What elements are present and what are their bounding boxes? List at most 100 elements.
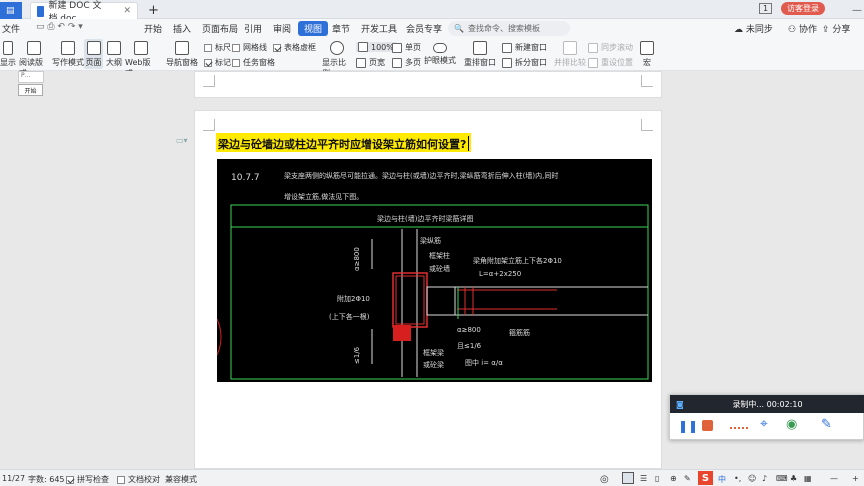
- pause-icon[interactable]: ❚❚: [678, 419, 698, 433]
- eye-mode-button[interactable]: 护眼模式: [424, 41, 456, 66]
- login-button[interactable]: 访客登录: [781, 2, 825, 15]
- ime-logo-icon[interactable]: S: [698, 471, 713, 485]
- read-status-icon[interactable]: ▯: [655, 474, 659, 483]
- multi-page-label: 多页: [405, 58, 421, 67]
- stop-icon[interactable]: [702, 420, 713, 431]
- ruler-checkbox[interactable]: 标尺: [204, 42, 231, 53]
- menu-view[interactable]: 视图: [298, 21, 329, 36]
- share-icon: ⇪: [822, 25, 830, 35]
- pointer-icon[interactable]: ⌖: [760, 416, 768, 432]
- new-window-button[interactable]: 新建窗口: [502, 42, 547, 53]
- zoom-value[interactable]: 100%: [356, 42, 396, 52]
- sync-scroll-button[interactable]: 同步滚动: [588, 42, 633, 53]
- show-button[interactable]: 显示: [0, 41, 16, 68]
- menu-insert[interactable]: 插入: [173, 22, 191, 35]
- page-icon: [86, 41, 101, 55]
- page-view-button[interactable]: 页面: [84, 39, 103, 69]
- menu-layout[interactable]: 页面布局: [202, 22, 238, 35]
- quick-access-icons[interactable]: ▭ ⎙ ↶ ↷ ▾: [36, 22, 83, 32]
- emoji-icon[interactable]: ☺: [748, 474, 756, 483]
- label-shear-wall: 或砼墙: [429, 264, 450, 273]
- rearrange-button[interactable]: 重排窗口: [462, 41, 498, 68]
- outline-button[interactable]: 大纲: [104, 41, 124, 68]
- mic-icon[interactable]: ♪: [762, 474, 767, 483]
- grid-icon[interactable]: ▦: [804, 474, 812, 483]
- webcam-icon[interactable]: ◉: [786, 417, 797, 432]
- table-border-label: 表格虚框: [284, 43, 316, 52]
- word-count[interactable]: 字数: 645: [28, 474, 65, 485]
- menu-reference[interactable]: 引用: [244, 22, 262, 35]
- gridlines-checkbox[interactable]: 网格线: [232, 42, 267, 53]
- single-page-button[interactable]: 单页: [392, 42, 421, 53]
- web-status-icon[interactable]: ⊕: [670, 474, 677, 483]
- screen-recorder-widget[interactable]: ◙ 录制中... 00:02:10 ❚❚ ⌖ ◉ ✎: [669, 394, 864, 440]
- brush-size-icon[interactable]: [730, 427, 748, 429]
- paragraph-handle-icon[interactable]: ▭▾: [176, 136, 188, 145]
- mark-check: [204, 58, 212, 67]
- margin-corner: [641, 75, 653, 87]
- multi-page-button[interactable]: 多页: [392, 57, 421, 68]
- page-previous[interactable]: [194, 71, 662, 98]
- nav-pane-button[interactable]: 导航窗格: [164, 41, 200, 68]
- label-fig: 图中 i= α/α: [465, 358, 503, 367]
- menu-devtools[interactable]: 开发工具: [361, 22, 397, 35]
- left-arc: [216, 318, 222, 356]
- document-heading[interactable]: 梁边与砼墙边或柱边平齐时应增设架立筋如何设置?: [216, 133, 472, 152]
- menu-chapter[interactable]: 章节: [332, 22, 350, 35]
- tab-bar: 文件▤ 新建 DOC 文档.doc ✕ + 1 访客登录 —: [0, 0, 864, 24]
- table-border-checkbox[interactable]: 表格虚框: [273, 42, 316, 53]
- macro-button[interactable]: 宏: [638, 41, 656, 68]
- page-thumbnail[interactable]: P…: [18, 71, 44, 83]
- share-button[interactable]: ⇪ 分享: [822, 22, 850, 35]
- page-view-status-icon[interactable]: [622, 472, 634, 484]
- reset-pos-button[interactable]: 重设位置: [588, 57, 633, 68]
- menu-member[interactable]: 会员专享: [406, 22, 442, 35]
- status-bar: 11/27 字数: 645 拼写检查 文档校对 兼容模式 ◎ ☰ ▯ ⊕ ✎ S…: [0, 469, 864, 486]
- tooltip: 开始: [18, 84, 43, 96]
- collab-label: 协作: [798, 25, 817, 35]
- magnifier-icon: [330, 41, 344, 55]
- window-count-badge[interactable]: 1: [759, 3, 773, 14]
- page-width-button[interactable]: 页宽: [356, 57, 385, 68]
- menu-home[interactable]: 开始: [144, 22, 162, 35]
- new-tab-button[interactable]: +: [142, 2, 160, 19]
- collab-button[interactable]: ⚇ 协作: [788, 22, 817, 35]
- new-window-label: 新建窗口: [515, 43, 547, 52]
- sync-scroll-label: 同步滚动: [601, 43, 633, 52]
- table-border-check: [273, 43, 281, 52]
- page-indicator[interactable]: 11/27: [2, 474, 25, 483]
- spell-check[interactable]: 拼写检查: [66, 474, 109, 485]
- gridlines-label: 网格线: [243, 43, 267, 52]
- ime-mode[interactable]: 中: [718, 474, 726, 485]
- zoom-in-icon[interactable]: +: [852, 474, 859, 483]
- mark-checkbox[interactable]: 标记: [204, 57, 231, 68]
- pen-icon: [61, 41, 75, 55]
- zoom-out-icon[interactable]: —: [830, 474, 838, 483]
- ruler-check: [204, 43, 212, 52]
- file-menu[interactable]: 文件: [2, 22, 20, 35]
- page-width-icon: [356, 57, 366, 68]
- sync-status[interactable]: ☁ 未同步: [734, 22, 773, 35]
- task-pane-checkbox[interactable]: 任务窗格: [232, 57, 275, 68]
- write-status-icon[interactable]: ✎: [684, 474, 691, 483]
- pen-tool-icon[interactable]: ✎: [821, 417, 832, 432]
- split-window-button[interactable]: 拆分窗口: [502, 57, 547, 68]
- app-menu-tab[interactable]: 文件▤: [0, 2, 22, 19]
- close-tab-icon[interactable]: ✕: [123, 6, 131, 16]
- write-mode-button[interactable]: 写作模式: [52, 41, 84, 68]
- tab-document[interactable]: 新建 DOC 文档.doc ✕: [30, 1, 138, 24]
- command-search[interactable]: 🔍 查找命令、搜索模板: [448, 21, 570, 36]
- label-stirrup: 箍筋筋: [509, 328, 530, 337]
- rearrange-icon: [473, 41, 487, 55]
- side-by-side-button[interactable]: 并排比较: [554, 41, 586, 68]
- eye-status-icon[interactable]: ◎: [600, 474, 609, 485]
- clothes-icon[interactable]: ♣: [790, 474, 797, 483]
- doc-proof[interactable]: 文档校对: [117, 474, 160, 485]
- menu-review[interactable]: 审阅: [273, 22, 291, 35]
- outline-status-icon[interactable]: ☰: [640, 474, 647, 483]
- keyboard-icon[interactable]: ⌨: [776, 474, 788, 483]
- punctuation-icon[interactable]: •,: [734, 474, 741, 483]
- command-search-placeholder: 查找命令、搜索模板: [467, 24, 540, 33]
- minimize-icon[interactable]: —: [846, 2, 864, 19]
- outline-icon: [107, 41, 121, 55]
